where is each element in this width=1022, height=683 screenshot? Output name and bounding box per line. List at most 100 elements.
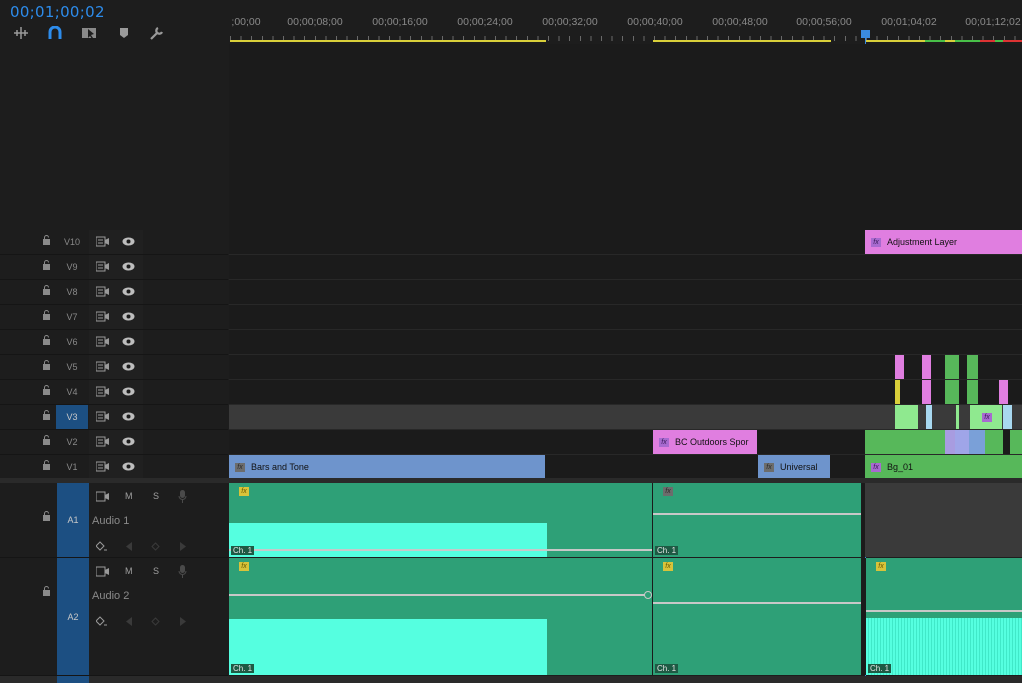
clip-small[interactable] — [922, 380, 931, 404]
volume-line[interactable] — [229, 594, 647, 596]
microphone-icon[interactable] — [178, 490, 187, 503]
clip-small[interactable] — [945, 355, 959, 379]
volume-line[interactable] — [653, 602, 861, 604]
linked-selection-icon[interactable] — [81, 25, 97, 41]
eye-icon[interactable] — [122, 287, 135, 296]
eye-icon[interactable] — [122, 412, 135, 421]
track-label[interactable]: V7 — [56, 305, 88, 329]
audio-clip[interactable]: fx Ch. 1 — [866, 558, 1022, 675]
toggle-sync-lock-icon[interactable] — [96, 411, 109, 422]
track-label[interactable]: V5 — [56, 355, 88, 379]
clip-small[interactable] — [999, 380, 1008, 404]
previous-keyframe-icon[interactable] — [126, 542, 133, 551]
toggle-sync-lock-icon[interactable] — [96, 436, 109, 447]
toggle-sync-lock-icon[interactable] — [96, 261, 109, 272]
lock-icon[interactable] — [42, 285, 51, 295]
audio-clip[interactable]: fx Ch. 1 — [229, 558, 652, 675]
solo-button[interactable]: S — [153, 566, 159, 576]
eye-icon[interactable] — [122, 437, 135, 446]
insert-sequence-icon[interactable] — [13, 25, 29, 41]
clip-small[interactable] — [956, 405, 959, 429]
toggle-sync-lock-icon[interactable] — [96, 361, 109, 372]
clip-bars-and-tone[interactable]: fx Bars and Tone — [229, 455, 545, 479]
track-label[interactable]: V3 — [56, 405, 88, 429]
keyframe-toggle-icon[interactable] — [96, 541, 108, 552]
eye-icon[interactable] — [122, 337, 135, 346]
lock-icon[interactable] — [42, 435, 51, 445]
lock-icon[interactable] — [42, 235, 51, 245]
toggle-sync-lock-icon[interactable] — [96, 461, 109, 472]
clip-bg01[interactable]: fx Bg_01 — [865, 455, 1022, 479]
previous-keyframe-icon[interactable] — [126, 617, 133, 626]
next-keyframe-icon[interactable] — [179, 617, 186, 626]
toggle-sync-lock-icon[interactable] — [96, 311, 109, 322]
track-label[interactable]: V9 — [56, 255, 88, 279]
clip-small[interactable] — [922, 355, 931, 379]
clip-small[interactable] — [1003, 405, 1012, 429]
clip-small[interactable] — [945, 380, 959, 404]
add-keyframe-icon[interactable] — [151, 542, 160, 551]
toggle-sync-lock-icon[interactable] — [96, 566, 109, 577]
next-keyframe-icon[interactable] — [179, 542, 186, 551]
track-label[interactable]: V1 — [56, 455, 88, 479]
video-track-v6[interactable] — [229, 330, 1022, 355]
volume-line[interactable] — [866, 610, 1022, 612]
clip-small[interactable] — [926, 405, 932, 429]
track-label[interactable]: V4 — [56, 380, 88, 404]
clip-universal[interactable]: fx Universal — [758, 455, 830, 479]
lock-icon[interactable] — [42, 310, 51, 320]
keyframe-toggle-icon[interactable] — [96, 616, 108, 627]
timecode-display[interactable]: 00;01;00;02 — [10, 3, 105, 21]
mute-button[interactable]: M — [125, 566, 133, 576]
clip-small[interactable] — [895, 405, 918, 429]
wrench-icon[interactable] — [149, 25, 165, 41]
video-track-v8[interactable] — [229, 280, 1022, 305]
clip-small[interactable] — [967, 380, 978, 404]
solo-button[interactable]: S — [153, 491, 159, 501]
lock-icon[interactable] — [42, 335, 51, 345]
track-label[interactable]: V6 — [56, 330, 88, 354]
eye-icon[interactable] — [122, 462, 135, 471]
track-label[interactable]: A1 — [57, 483, 89, 557]
magnet-icon[interactable] — [47, 25, 63, 41]
toggle-sync-lock-icon[interactable] — [96, 286, 109, 297]
lock-icon[interactable] — [42, 460, 51, 470]
audio-clip[interactable]: fx Ch. 1 — [653, 483, 861, 557]
lock-icon[interactable] — [42, 360, 51, 370]
lock-icon[interactable] — [42, 260, 51, 270]
track-label[interactable]: V8 — [56, 280, 88, 304]
toggle-sync-lock-icon[interactable] — [96, 336, 109, 347]
toggle-sync-lock-icon[interactable] — [96, 236, 109, 247]
microphone-icon[interactable] — [178, 565, 187, 578]
lock-icon[interactable] — [42, 586, 51, 596]
track-label[interactable]: V10 — [56, 230, 88, 254]
clip-v2-sequence[interactable] — [865, 430, 1022, 454]
lock-icon[interactable] — [42, 410, 51, 420]
lock-icon[interactable] — [42, 385, 51, 395]
clip-adjustment-layer[interactable]: fx Adjustment Layer — [865, 230, 1022, 254]
track-label[interactable]: V2 — [56, 430, 88, 454]
lock-icon[interactable] — [42, 511, 51, 521]
eye-icon[interactable] — [122, 262, 135, 271]
audio-clip[interactable]: fx Ch. 1 — [653, 558, 861, 675]
clip-small[interactable] — [967, 355, 978, 379]
clip-small[interactable] — [895, 380, 900, 404]
track-label[interactable]: A2 — [57, 558, 89, 675]
volume-line[interactable] — [653, 513, 861, 515]
video-track-v9[interactable] — [229, 255, 1022, 280]
eye-icon[interactable] — [122, 312, 135, 321]
eye-icon[interactable] — [122, 387, 135, 396]
video-track-v4[interactable] — [229, 380, 1022, 405]
video-track-v7[interactable] — [229, 305, 1022, 330]
clip-bc-outdoors[interactable]: fx BC Outdoors Spor — [653, 430, 757, 454]
mute-button[interactable]: M — [125, 491, 133, 501]
clip-fx-small[interactable]: fx — [970, 405, 1002, 429]
add-keyframe-icon[interactable] — [151, 617, 160, 626]
toggle-sync-lock-icon[interactable] — [96, 386, 109, 397]
marker-icon[interactable] — [116, 25, 132, 41]
time-ruler[interactable]: ;00;00 00;00;08;00 00;00;16;00 00;00;24;… — [230, 0, 1022, 44]
eye-icon[interactable] — [122, 362, 135, 371]
toggle-sync-lock-icon[interactable] — [96, 491, 109, 502]
audio-clip[interactable]: fx Ch. 1 — [229, 483, 652, 557]
volume-line[interactable] — [229, 549, 652, 551]
